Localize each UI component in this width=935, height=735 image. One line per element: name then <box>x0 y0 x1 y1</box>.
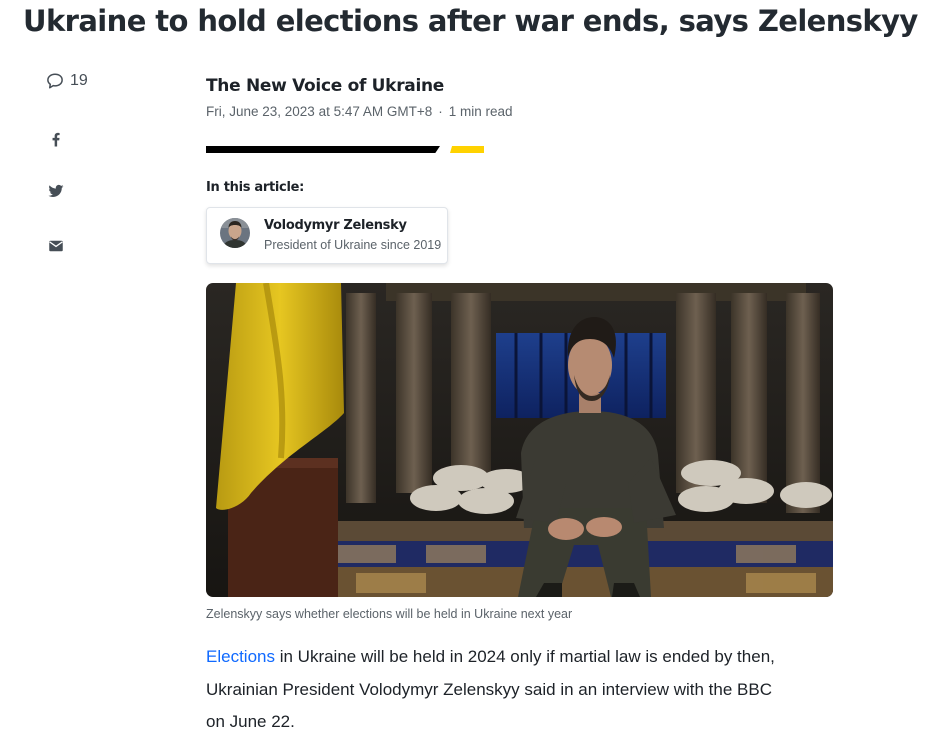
meta-separator: · <box>438 104 443 119</box>
article-photo <box>206 283 833 597</box>
article-meta: Fri, June 23, 2023 at 5:47 AM GMT+8 · 1 mi… <box>206 104 513 119</box>
article-body: Elections in Ukraine will be held in 202… <box>206 641 836 735</box>
body-line-2: Ukrainian President Volodymyr Zelenskyy … <box>206 679 772 699</box>
body-line-1-text: in Ukraine will be held in 2024 only if … <box>274 647 775 666</box>
entity-role: President of Ukraine since 2019 <box>264 238 442 252</box>
source-name[interactable]: The New Voice of Ukraine <box>206 76 444 96</box>
twitter-share-button[interactable] <box>45 180 67 202</box>
comment-count: 19 <box>70 72 88 89</box>
facebook-share-button[interactable] <box>45 128 67 150</box>
email-share-button[interactable] <box>45 235 67 257</box>
entity-name: Volodymyr Zelensky <box>264 218 407 233</box>
entity-card[interactable]: Volodymyr Zelensky President of Ukraine … <box>206 207 448 264</box>
facebook-icon <box>52 132 60 147</box>
source-accent-bar <box>206 146 440 153</box>
body-line-1: Elections in Ukraine will be held in 202… <box>206 641 836 674</box>
read-time: 1 min read <box>448 104 513 119</box>
comments-button[interactable]: 19 <box>46 72 88 90</box>
photo-caption: Zelenskyy says whether elections will be… <box>206 607 573 621</box>
in-this-article-label: In this article: <box>206 180 305 195</box>
twitter-icon <box>48 184 64 197</box>
article-headline: Ukraine to hold elections after war ends… <box>23 4 918 38</box>
body-line-3: on June 22. <box>206 712 295 731</box>
comment-icon <box>47 73 63 89</box>
mail-icon <box>49 240 63 252</box>
source-accent-bar-yellow <box>450 146 484 153</box>
avatar <box>220 218 250 248</box>
publish-date: Fri, June 23, 2023 at 5:47 AM GMT+8 <box>206 104 433 119</box>
elections-link[interactable]: Elections <box>206 647 275 666</box>
